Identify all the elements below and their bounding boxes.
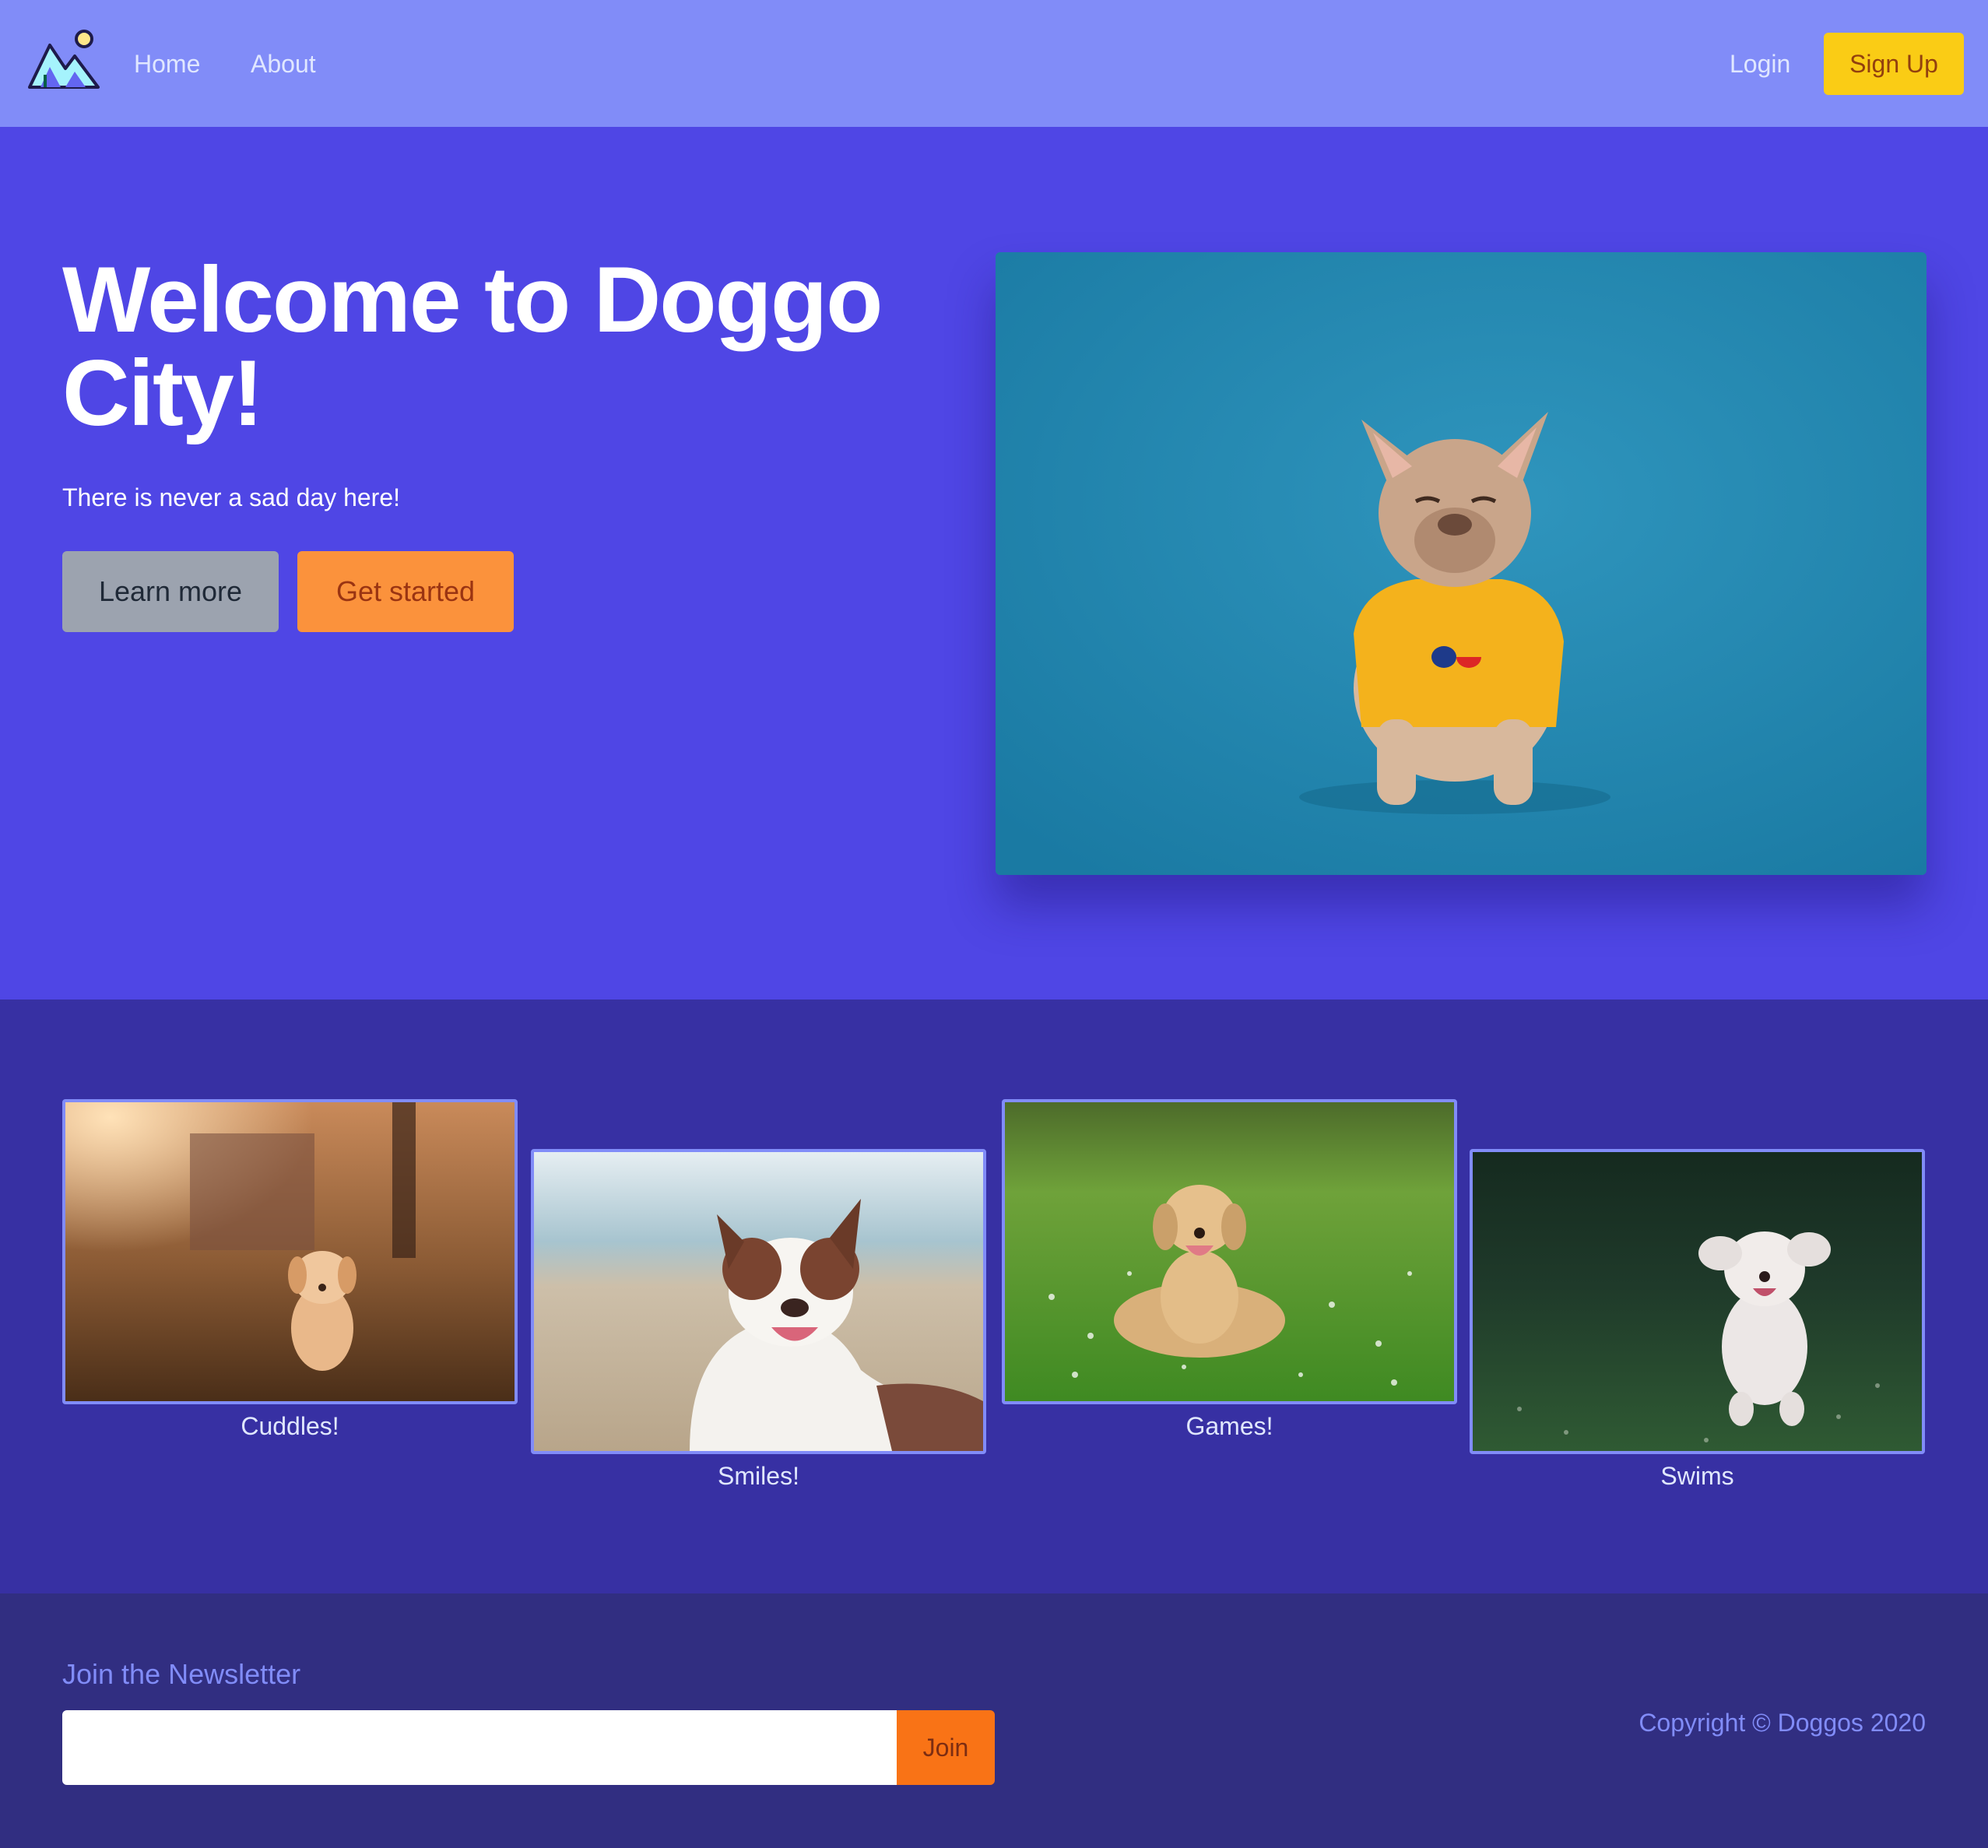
white-poodle-photo bbox=[1470, 1149, 1925, 1454]
french-bulldog-photo bbox=[996, 252, 1927, 875]
hero-section: Welcome to Doggo City! There is never a … bbox=[0, 127, 1988, 1000]
gallery-caption: Cuddles! bbox=[241, 1412, 339, 1440]
gallery-card-smiles[interactable]: Smiles! bbox=[531, 1149, 986, 1491]
newsletter-email-input[interactable] bbox=[62, 1710, 897, 1785]
australian-shepherd-photo bbox=[531, 1149, 986, 1454]
gallery-section: Cuddles! Smiles! Games! Swims bbox=[0, 1000, 1988, 1593]
nav-about-link[interactable]: About bbox=[251, 45, 316, 83]
newsletter-title: Join the Newsletter bbox=[62, 1658, 301, 1690]
footer: Join the Newsletter Join Copyright © Dog… bbox=[0, 1593, 1988, 1848]
gallery-caption: Smiles! bbox=[718, 1462, 799, 1490]
top-nav: Home About Login Sign Up bbox=[0, 0, 1988, 127]
sign-up-button[interactable]: Sign Up bbox=[1824, 33, 1964, 95]
mountain-sun-logo-icon[interactable] bbox=[26, 28, 101, 92]
gallery-card-games[interactable]: Games! bbox=[1002, 1099, 1457, 1442]
hero-title: Welcome to Doggo City! bbox=[62, 248, 883, 445]
join-button[interactable]: Join bbox=[897, 1710, 995, 1785]
golden-puppy-photo bbox=[62, 1099, 518, 1404]
get-started-button[interactable]: Get started bbox=[297, 551, 514, 632]
gallery-caption: Swims bbox=[1660, 1462, 1734, 1490]
nav-home-link[interactable]: Home bbox=[134, 45, 200, 83]
login-link[interactable]: Login bbox=[1730, 45, 1790, 83]
copyright-text: Copyright © Doggos 2020 bbox=[1639, 1709, 1926, 1737]
gallery-card-swims[interactable]: Swims bbox=[1470, 1149, 1925, 1491]
learn-more-button[interactable]: Learn more bbox=[62, 551, 279, 632]
hero-subtitle: There is never a sad day here! bbox=[62, 483, 401, 511]
gallery-caption: Games! bbox=[1185, 1412, 1273, 1440]
gallery-card-cuddles[interactable]: Cuddles! bbox=[62, 1099, 518, 1442]
golden-retriever-photo bbox=[1002, 1099, 1457, 1404]
